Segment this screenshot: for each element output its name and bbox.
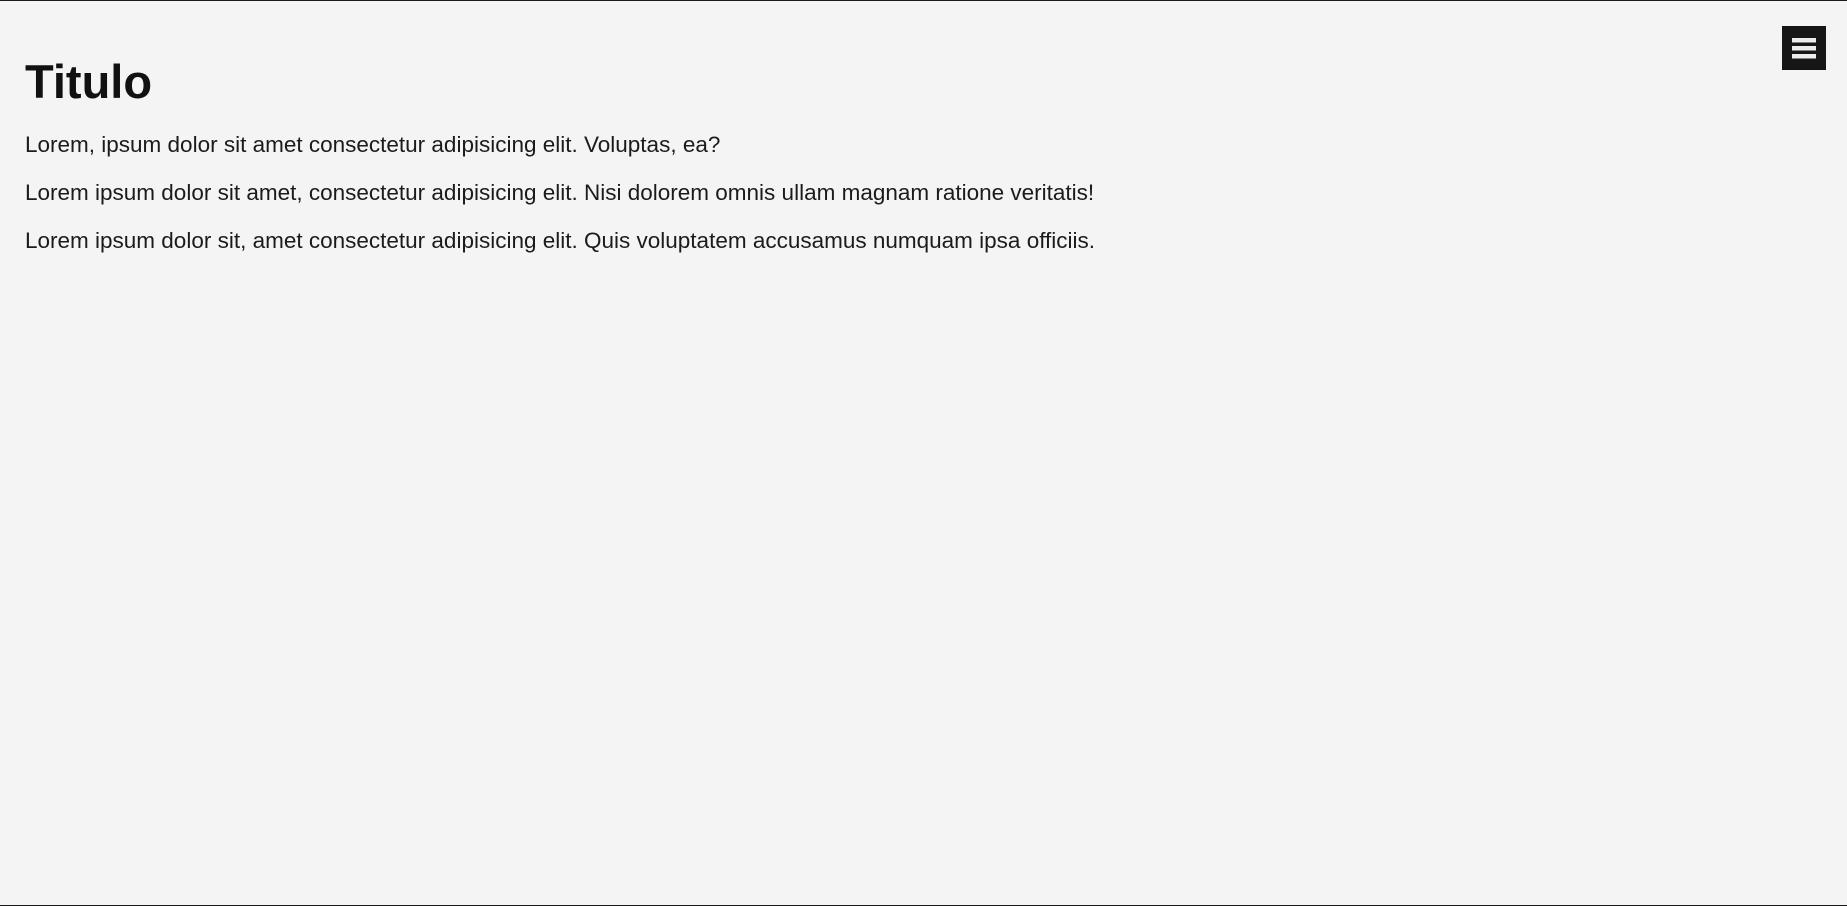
top-border	[0, 0, 1847, 1]
paragraph-1: Lorem, ipsum dolor sit amet consectetur …	[25, 132, 721, 157]
page-title: Titulo	[25, 55, 153, 108]
paragraph-2: Lorem ipsum dolor sit amet, consectetur …	[25, 180, 1095, 205]
paragraph-3: Lorem ipsum dolor sit, amet consectetur …	[25, 228, 1096, 253]
hamburger-menu-icon	[1791, 35, 1817, 61]
menu-toggle-button[interactable]	[1782, 26, 1826, 70]
main-content: Titulo Lorem, ipsum dolor sit amet conse…	[25, 55, 1525, 275]
